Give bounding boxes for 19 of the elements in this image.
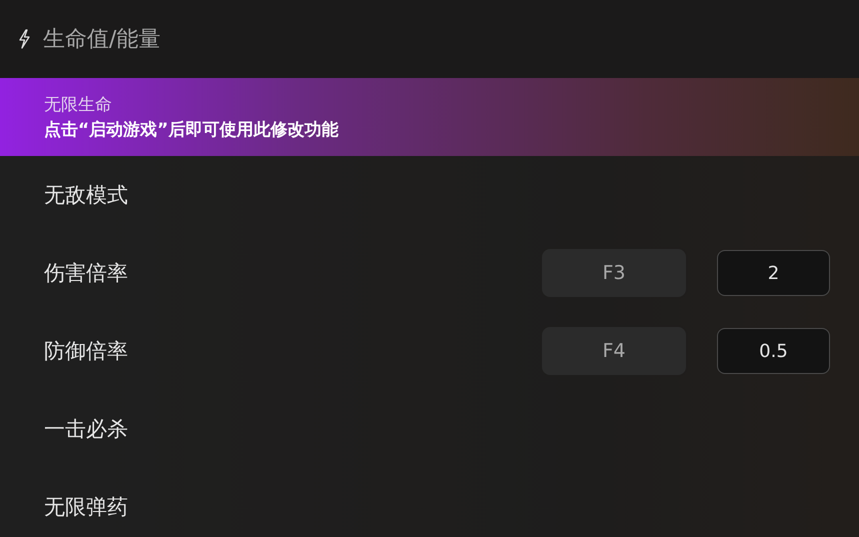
cheat-label: 一击必杀 [44, 416, 129, 443]
cheat-label: 无限弹药 [44, 494, 129, 521]
hotkey-button[interactable]: F4 [542, 327, 686, 375]
cheat-row[interactable]: 无限弹药 [0, 468, 859, 537]
cheat-row[interactable]: 无限生命 点击“启动游戏”后即可使用此修改功能 [0, 78, 859, 156]
cheat-label: 无限生命 [44, 94, 113, 116]
cheat-row[interactable]: 一击必杀 [0, 390, 859, 468]
cheat-row[interactable]: 防御倍率 F4 0.5 [0, 312, 859, 390]
cheat-label: 伤害倍率 [44, 260, 129, 287]
lightning-icon [18, 29, 31, 49]
section-title: 生命值/能量 [43, 26, 160, 54]
cheat-row[interactable]: 无敌模式 [0, 156, 859, 234]
cheat-hint: 点击“启动游戏”后即可使用此修改功能 [44, 119, 340, 141]
hotkey-button[interactable]: F3 [542, 249, 686, 297]
cheat-row[interactable]: 伤害倍率 F3 2 [0, 234, 859, 312]
cheat-label: 无敌模式 [44, 182, 129, 209]
value-field[interactable]: 0.5 [717, 328, 830, 374]
value-field[interactable]: 2 [717, 250, 830, 296]
cheat-label: 防御倍率 [44, 338, 129, 365]
